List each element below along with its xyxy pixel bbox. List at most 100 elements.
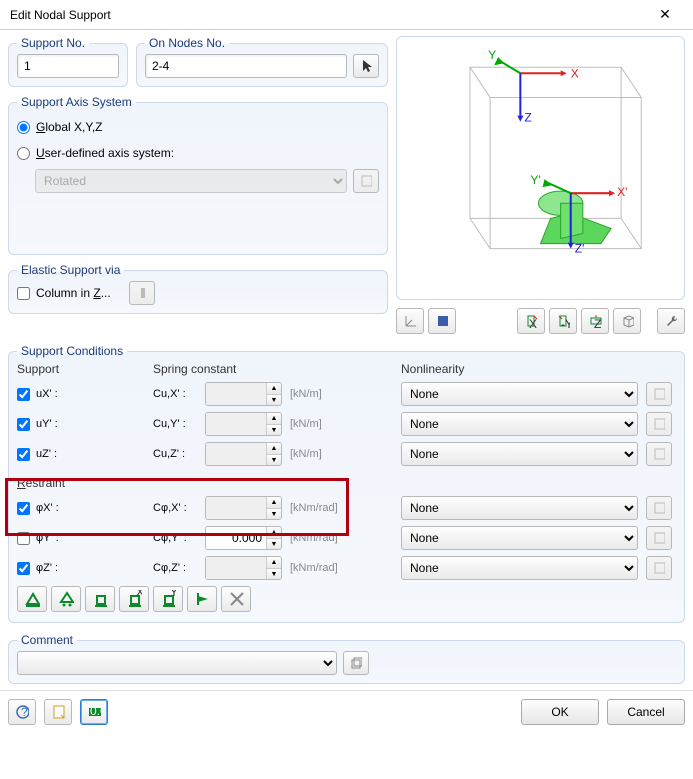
column-icon bbox=[136, 286, 148, 300]
preview-viewport[interactable]: X Y Z X' bbox=[396, 36, 685, 300]
nonlin-uz-edit-button bbox=[646, 442, 672, 466]
nonlin-phiy-combo[interactable]: None bbox=[401, 526, 638, 550]
view-x-button[interactable]: X bbox=[517, 308, 545, 334]
restraint-phiz-check[interactable]: φZ' : bbox=[17, 558, 145, 578]
notes-button[interactable] bbox=[44, 699, 72, 725]
edit-icon bbox=[653, 561, 665, 575]
wrench-icon bbox=[664, 313, 678, 329]
nonlin-uy-edit-button bbox=[646, 412, 672, 436]
view-solid-button[interactable] bbox=[428, 308, 456, 334]
svg-text:Y: Y bbox=[488, 48, 496, 62]
axes-icon bbox=[403, 313, 417, 329]
view-y-icon: -Y bbox=[556, 313, 570, 329]
preset-free-button[interactable] bbox=[221, 586, 251, 612]
support-no-legend: Support No. bbox=[17, 36, 89, 50]
restraint-phiy-check[interactable]: φY' : bbox=[17, 528, 145, 548]
restraint-header: Restraint bbox=[17, 476, 145, 490]
units-icon: 0.00 bbox=[87, 704, 101, 720]
view-z-button[interactable]: Z bbox=[581, 308, 609, 334]
spring-uy-label: Cu,Y' : bbox=[153, 418, 201, 430]
cancel-button[interactable]: Cancel bbox=[607, 699, 685, 725]
svg-text:0.00: 0.00 bbox=[90, 704, 101, 718]
spring-phiz-spinner: ▲▼ bbox=[205, 556, 282, 580]
view-x-icon: X bbox=[524, 313, 538, 329]
svg-text:Z: Z bbox=[594, 317, 601, 329]
preset-hinged-roller-button[interactable] bbox=[51, 586, 81, 612]
nonlin-ux-edit-button bbox=[646, 382, 672, 406]
close-icon[interactable]: ✕ bbox=[643, 1, 687, 29]
svg-text:X: X bbox=[136, 590, 142, 599]
spring-uy-spinner: ▲▼ bbox=[205, 412, 282, 436]
edit-icon bbox=[653, 447, 665, 461]
nonlin-phiz-edit-button bbox=[646, 556, 672, 580]
spring-phix-label: Cφ,X' : bbox=[153, 502, 201, 514]
conditions-legend: Support Conditions bbox=[17, 344, 127, 358]
view-settings-button[interactable] bbox=[657, 308, 685, 334]
svg-text:Y': Y' bbox=[530, 173, 540, 187]
cube-icon bbox=[620, 313, 634, 329]
spring-col-header: Spring constant bbox=[153, 362, 393, 376]
axis-legend: Support Axis System bbox=[17, 95, 136, 109]
titlebar: Edit Nodal Support ✕ bbox=[0, 0, 693, 30]
edit-icon bbox=[653, 531, 665, 545]
spring-phiz-label: Cφ,Z' : bbox=[153, 562, 201, 574]
comment-legend: Comment bbox=[17, 633, 77, 647]
nonlin-phiy-edit-button bbox=[646, 526, 672, 550]
axis-user-combo: Rotated bbox=[35, 169, 347, 193]
solid-icon bbox=[435, 313, 449, 329]
pick-nodes-button[interactable] bbox=[353, 54, 379, 78]
svg-text:X: X bbox=[529, 317, 537, 329]
restraint-phix-check[interactable]: φX' : bbox=[17, 498, 145, 518]
on-nodes-legend: On Nodes No. bbox=[145, 36, 229, 50]
comment-combo[interactable] bbox=[17, 651, 337, 675]
spring-phix-spinner: ▲▼ bbox=[205, 496, 282, 520]
nonlin-phix-combo[interactable]: None bbox=[401, 496, 638, 520]
on-nodes-input[interactable] bbox=[145, 54, 347, 78]
svg-text:Z': Z' bbox=[575, 242, 585, 256]
spring-phiy-spinner[interactable]: ▲▼ bbox=[205, 526, 282, 550]
svg-text:-Y: -Y bbox=[561, 317, 570, 329]
spring-phiy-label: Cφ,Y' : bbox=[153, 532, 201, 544]
nonlin-uz-combo[interactable]: None bbox=[401, 442, 638, 466]
view-axes-button[interactable] bbox=[396, 308, 424, 334]
ok-button[interactable]: OK bbox=[521, 699, 599, 725]
axis-user-radio[interactable]: User-defined axis system: bbox=[17, 143, 379, 163]
svg-text:?: ? bbox=[21, 705, 28, 719]
elastic-column-edit-button bbox=[129, 281, 155, 305]
nonlin-phix-edit-button bbox=[646, 496, 672, 520]
edit-icon bbox=[653, 387, 665, 401]
view-y-button[interactable]: -Y bbox=[549, 308, 577, 334]
preset-fixed-button[interactable] bbox=[85, 586, 115, 612]
edit-icon bbox=[653, 501, 665, 515]
nonlin-ux-combo[interactable]: None bbox=[401, 382, 638, 406]
support-ux-check[interactable]: uX' : bbox=[17, 384, 145, 404]
units-button[interactable]: 0.00 bbox=[80, 699, 108, 725]
axis-global-radio[interactable]: Global X,Y,Z bbox=[17, 117, 379, 137]
comment-library-button[interactable] bbox=[343, 651, 369, 675]
view-z-icon: Z bbox=[588, 313, 602, 329]
nonlin-uy-combo[interactable]: None bbox=[401, 412, 638, 436]
elastic-column-check[interactable]: Column in Z... bbox=[17, 283, 111, 303]
support-uy-check[interactable]: uY' : bbox=[17, 414, 145, 434]
svg-text:Y: Y bbox=[170, 590, 176, 599]
svg-text:Z: Z bbox=[524, 111, 531, 125]
view-iso-button[interactable] bbox=[613, 308, 641, 334]
help-icon: ? bbox=[15, 704, 29, 720]
nonlin-phiz-combo[interactable]: None bbox=[401, 556, 638, 580]
edit-icon bbox=[653, 417, 665, 431]
spring-uz-label: Cu,Z' : bbox=[153, 448, 201, 460]
library-icon bbox=[350, 656, 362, 670]
preset-fixed-y-button[interactable]: Y bbox=[153, 586, 183, 612]
help-button[interactable]: ? bbox=[8, 699, 36, 725]
elastic-legend: Elastic Support via bbox=[17, 263, 124, 277]
support-no-input[interactable] bbox=[17, 54, 119, 78]
preset-wall-button[interactable] bbox=[187, 586, 217, 612]
preview-svg: X Y Z X' bbox=[397, 37, 684, 299]
support-uz-check[interactable]: uZ' : bbox=[17, 444, 145, 464]
preset-fixed-x-button[interactable]: X bbox=[119, 586, 149, 612]
note-icon bbox=[51, 704, 65, 720]
nonlin-col-header: Nonlinearity bbox=[401, 362, 638, 376]
svg-text:X: X bbox=[571, 66, 579, 80]
axis-user-edit-button bbox=[353, 169, 379, 193]
preset-hinged-button[interactable] bbox=[17, 586, 47, 612]
